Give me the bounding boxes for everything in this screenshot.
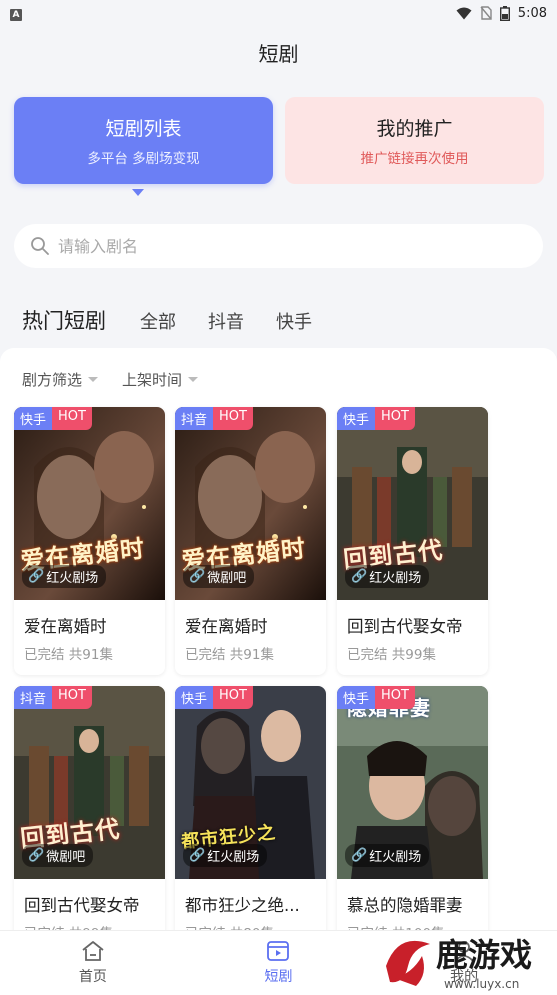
nav-short-drama[interactable]: 短剧 <box>218 940 338 986</box>
drama-list-subtitle: 多平台 多剧场变现 <box>87 151 200 167</box>
battery-icon <box>499 5 510 21</box>
source-label: 微剧吧 <box>207 571 247 586</box>
home-icon <box>82 941 104 961</box>
my-promotion-card[interactable]: 我的推广 推广链接再次使用 <box>285 97 544 184</box>
hot-badge: HOT <box>213 686 253 709</box>
platform-badge: 抖音 <box>175 407 214 430</box>
link-icon: 🔗 <box>28 848 45 863</box>
drama-title: 慕总的隐婚罪妻 <box>347 896 463 915</box>
source-pill: 🔗 微剧吧 <box>22 844 94 867</box>
status-left: A <box>10 6 22 21</box>
search-input[interactable] <box>58 236 518 256</box>
tag-row: 抖音 HOT <box>14 686 92 709</box>
drama-poster: 回到古代 抖音 HOT 🔗 微剧吧 <box>14 686 165 879</box>
my-promotion-title: 我的推广 <box>376 118 453 140</box>
drama-poster: 隐婚罪妻 快手 HOT 🔗 红火剧场 <box>337 686 488 879</box>
source-pill: 🔗 红火剧场 <box>183 844 268 867</box>
tab-douyin[interactable]: 抖音 <box>208 308 244 334</box>
drama-card[interactable]: 都市狂少之 快手 HOT 🔗 红火剧场 都市狂少之绝... 已完结 共80集 <box>175 686 326 954</box>
category-tabs: 热门短剧 全部 抖音 快手 <box>22 305 344 335</box>
platform-badge: 快手 <box>337 407 376 430</box>
watermark-logo: 鹿游戏 www.luyx.cn <box>378 932 532 992</box>
tab-all[interactable]: 全部 <box>140 308 176 334</box>
caret-down-icon <box>188 377 199 382</box>
drama-poster: 都市狂少之 快手 HOT 🔗 红火剧场 <box>175 686 326 879</box>
drama-meta: 已完结 共91集 <box>185 647 274 663</box>
nav-short-drama-label: 短剧 <box>264 969 293 985</box>
filter-release-time-label: 上架时间 <box>122 371 183 389</box>
video-icon <box>267 941 290 961</box>
drama-title: 回到古代娶女帝 <box>24 896 140 915</box>
nav-home[interactable]: 首页 <box>33 940 153 986</box>
tag-row: 快手 HOT <box>175 686 253 709</box>
drama-poster: 爱在离婚时 抖音 HOT 🔗 微剧吧 <box>175 407 326 600</box>
hot-badge: HOT <box>52 407 92 430</box>
source-label: 微剧吧 <box>46 850 86 865</box>
drama-title: 爱在离婚时 <box>24 617 107 636</box>
source-pill: 🔗 红火剧场 <box>345 565 430 588</box>
platform-badge: 快手 <box>337 686 376 709</box>
hot-badge: HOT <box>213 407 253 430</box>
notification-icon: A <box>10 8 22 21</box>
wifi-icon <box>456 7 472 19</box>
tag-row: 快手 HOT <box>337 686 415 709</box>
source-label: 红火剧场 <box>369 571 422 586</box>
tag-row: 快手 HOT <box>337 407 415 430</box>
filter-release-time[interactable]: 上架时间 <box>122 369 199 390</box>
status-right: 5:08 <box>456 5 547 21</box>
platform-badge: 抖音 <box>14 686 53 709</box>
hot-badge: HOT <box>375 407 415 430</box>
source-label: 红火剧场 <box>207 850 260 865</box>
source-label: 红火剧场 <box>369 850 422 865</box>
drama-card[interactable]: 隐婚罪妻 快手 HOT 🔗 红火剧场 慕总的隐婚罪妻 已完结 共100集 <box>337 686 488 954</box>
drama-title: 都市狂少之绝... <box>185 896 300 915</box>
watermark-text: 鹿游戏 <box>436 936 532 974</box>
drama-poster: 回到古代 快手 HOT 🔗 红火剧场 <box>337 407 488 600</box>
status-time: 5:08 <box>517 5 547 21</box>
tab-hot-dramas[interactable]: 热门短剧 <box>22 305 106 335</box>
search-bar[interactable] <box>14 224 543 268</box>
watermark-url: www.luyx.cn <box>444 977 519 991</box>
drama-title: 爱在离婚时 <box>185 617 268 636</box>
link-icon: 🔗 <box>189 569 206 584</box>
no-sim-icon <box>480 6 492 20</box>
page-title: 短剧 <box>258 42 299 66</box>
drama-poster: 爱在离婚时 快手 HOT 🔗 红火剧场 <box>14 407 165 600</box>
link-icon: 🔗 <box>351 848 368 863</box>
link-icon: 🔗 <box>189 848 206 863</box>
platform-badge: 快手 <box>175 686 214 709</box>
caret-down-icon <box>88 377 99 382</box>
tab-kuaishou[interactable]: 快手 <box>276 308 312 334</box>
hot-badge: HOT <box>375 686 415 709</box>
link-icon: 🔗 <box>351 569 368 584</box>
filter-producer[interactable]: 剧方筛选 <box>22 369 99 390</box>
source-pill: 🔗 红火剧场 <box>345 844 430 867</box>
platform-badge: 快手 <box>14 407 53 430</box>
link-icon: 🔗 <box>28 569 45 584</box>
drama-list-title: 短剧列表 <box>105 118 182 140</box>
filter-bar: 剧方筛选 上架时间 <box>22 369 199 390</box>
selected-card-pointer-icon <box>132 189 144 196</box>
drama-card[interactable]: 爱在离婚时 抖音 HOT 🔗 微剧吧 爱在离婚时 已完结 共91集 <box>175 407 326 675</box>
search-icon <box>31 237 49 255</box>
drama-card[interactable]: 回到古代 快手 HOT 🔗 红火剧场 回到古代娶女帝 已完结 共99集 <box>337 407 488 675</box>
tag-row: 快手 HOT <box>14 407 92 430</box>
my-promotion-subtitle: 推广链接再次使用 <box>360 151 469 167</box>
source-pill: 🔗 微剧吧 <box>183 565 255 588</box>
filter-producer-label: 剧方筛选 <box>22 371 83 389</box>
drama-title: 回到古代娶女帝 <box>347 617 463 636</box>
source-label: 红火剧场 <box>46 571 99 586</box>
tag-row: 抖音 HOT <box>175 407 253 430</box>
status-bar: A 5:08 <box>0 0 557 26</box>
drama-meta: 已完结 共99集 <box>347 647 436 663</box>
source-pill: 🔗 红火剧场 <box>22 565 107 588</box>
drama-meta: 已完结 共91集 <box>24 647 113 663</box>
drama-card[interactable]: 回到古代 抖音 HOT 🔗 微剧吧 回到古代娶女帝 已完结 共99集 <box>14 686 165 954</box>
drama-card[interactable]: 爱在离婚时 快手 HOT 🔗 红火剧场 爱在离婚时 已完结 共91集 <box>14 407 165 675</box>
hot-badge: HOT <box>52 686 92 709</box>
nav-home-label: 首页 <box>78 969 107 985</box>
drama-list-card[interactable]: 短剧列表 多平台 多剧场变现 <box>14 97 273 184</box>
